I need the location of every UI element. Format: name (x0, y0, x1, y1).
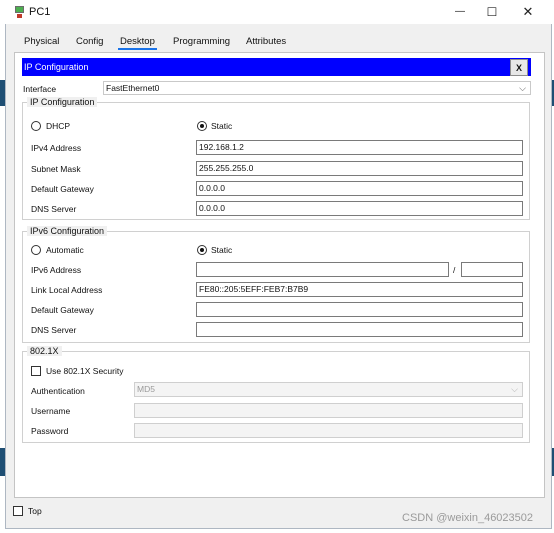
chevron-down-icon: ⌵ (511, 384, 518, 394)
ipv4-config-legend: IP Configuration (27, 97, 98, 107)
authentication-select-value: MD5 (137, 384, 155, 394)
authentication-select[interactable]: MD5 ⌵ (134, 382, 523, 397)
subnet-mask-label: Subnet Mask (31, 164, 81, 174)
ip-config-close-button[interactable]: X (510, 59, 528, 76)
ipv6-automatic-radio[interactable] (31, 245, 41, 255)
ipv6-static-label[interactable]: Static (211, 245, 232, 255)
ipv4-static-radio[interactable] (197, 121, 207, 131)
interface-select[interactable]: FastEthernet0 ⌵ (103, 81, 531, 95)
dot1x-legend: 802.1X (27, 346, 62, 356)
password-label: Password (31, 426, 69, 436)
watermark-text: CSDN @weixin_46023502 (402, 512, 534, 524)
ipv6-address-input[interactable] (196, 262, 449, 277)
dhcp-label[interactable]: DHCP (46, 121, 70, 131)
maximize-button[interactable]: ☐ (477, 1, 507, 23)
dhcp-radio[interactable] (31, 121, 41, 131)
prefix-separator: / (453, 265, 456, 275)
link-local-address-label: Link Local Address (31, 285, 103, 295)
username-input[interactable] (134, 403, 523, 418)
authentication-label: Authentication (31, 386, 85, 396)
use-8021x-checkbox[interactable] (31, 366, 41, 376)
interface-select-value: FastEthernet0 (106, 83, 160, 93)
tab-programming[interactable]: Programming (171, 34, 232, 50)
ipv6-automatic-label[interactable]: Automatic (46, 245, 84, 255)
ipv6-default-gateway-label: Default Gateway (31, 305, 94, 315)
username-label: Username (31, 406, 71, 416)
ipv6-default-gateway-input[interactable] (196, 302, 523, 317)
ipv4-address-label: IPv4 Address (31, 143, 82, 153)
top-checkbox[interactable] (13, 506, 23, 516)
ipv4-address-input[interactable]: 192.168.1.2 (196, 140, 523, 155)
ipv6-address-label: IPv6 Address (31, 265, 82, 275)
ipv4-dns-server-input[interactable]: 0.0.0.0 (196, 201, 523, 216)
window-title: PC1 (29, 6, 51, 18)
ipv4-default-gateway-input[interactable]: 0.0.0.0 (196, 181, 523, 196)
close-button[interactable]: ✕ (513, 1, 543, 23)
pc-app-icon (12, 5, 26, 19)
ipv6-dns-server-input[interactable] (196, 322, 523, 337)
ipv4-default-gateway-label: Default Gateway (31, 184, 94, 194)
chevron-down-icon: ⌵ (519, 83, 526, 93)
ipv4-static-label[interactable]: Static (211, 121, 232, 131)
ipv6-dns-server-label: DNS Server (31, 325, 77, 335)
tab-attributes[interactable]: Attributes (244, 34, 288, 50)
ipv6-static-radio[interactable] (197, 245, 207, 255)
link-local-address-input[interactable]: FE80::205:5EFF:FEB7:B7B9 (196, 282, 523, 297)
minimize-button[interactable]: — (445, 1, 475, 23)
use-8021x-label[interactable]: Use 802.1X Security (46, 366, 123, 376)
ip-config-header: IP Configuration (22, 58, 509, 76)
tab-physical[interactable]: Physical (22, 34, 61, 50)
subnet-mask-input[interactable]: 255.255.255.0 (196, 161, 523, 176)
interface-label: Interface (23, 84, 57, 94)
ipv6-config-legend: IPv6 Configuration (27, 226, 108, 236)
tab-desktop[interactable]: Desktop (118, 34, 157, 50)
password-input[interactable] (134, 423, 523, 438)
tab-config[interactable]: Config (74, 34, 105, 50)
ipv4-dns-server-label: DNS Server (31, 204, 77, 214)
ipv6-prefix-input[interactable] (461, 262, 523, 277)
top-label[interactable]: Top (28, 506, 42, 516)
